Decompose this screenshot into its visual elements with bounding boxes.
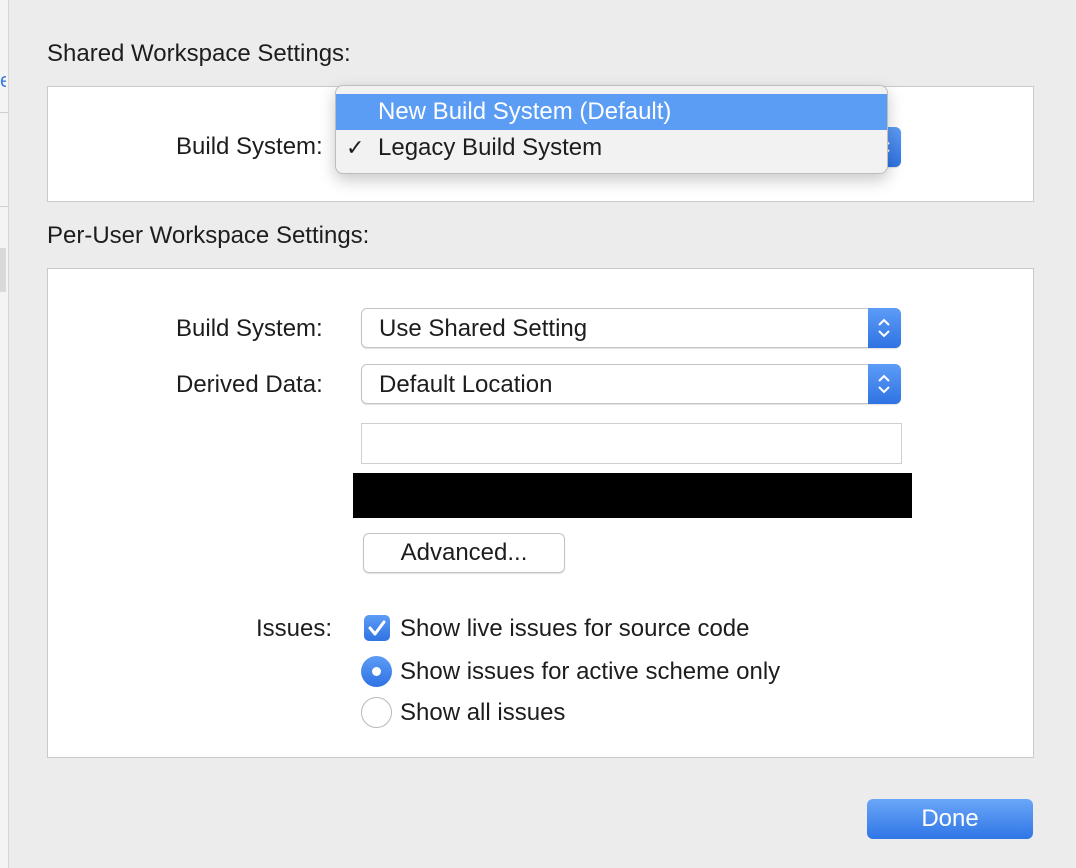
all-issues-label[interactable]: Show all issues [400, 699, 565, 727]
build-system-menu: New Build System (Default) ✓ Legacy Buil… [335, 85, 888, 174]
menu-item-label: New Build System (Default) [378, 98, 672, 125]
per-user-build-system-popup[interactable]: Use Shared Setting [361, 308, 901, 348]
advanced-button[interactable]: Advanced... [363, 533, 565, 573]
derived-data-value: Default Location [379, 371, 553, 398]
menu-item-new-build-system[interactable]: New Build System (Default) [336, 94, 887, 130]
per-user-build-system-value: Use Shared Setting [379, 315, 588, 342]
live-issues-label[interactable]: Show live issues for source code [400, 615, 750, 643]
derived-data-path-field[interactable] [361, 423, 902, 464]
active-scheme-label[interactable]: Show issues for active scheme only [400, 658, 780, 686]
checkmark-icon [368, 620, 386, 636]
shared-settings-title: Shared Workspace Settings: [47, 40, 351, 67]
background-window-block [0, 248, 6, 292]
popup-stepper-icon [868, 308, 901, 348]
radio-dot-icon [372, 667, 381, 676]
per-user-settings-title: Per-User Workspace Settings: [47, 222, 370, 249]
shared-build-system-label: Build System: [176, 133, 323, 160]
per-user-build-system-label: Build System: [176, 315, 323, 342]
done-button[interactable]: Done [867, 799, 1033, 839]
background-window-glyph: e [0, 70, 6, 92]
all-issues-radio[interactable] [361, 697, 392, 728]
redacted-path [353, 473, 912, 518]
checkmark-icon: ✓ [346, 135, 365, 160]
background-window-divider [0, 206, 8, 207]
popup-stepper-icon [868, 364, 901, 404]
active-scheme-radio[interactable] [361, 656, 392, 687]
live-issues-checkbox[interactable] [364, 615, 390, 641]
issues-label: Issues: [256, 615, 333, 642]
background-window-edge: e [0, 0, 9, 868]
menu-item-label: Legacy Build System [378, 134, 603, 161]
background-window-divider [0, 112, 8, 113]
derived-data-popup[interactable]: Default Location [361, 364, 901, 404]
menu-item-legacy-build-system[interactable]: ✓ Legacy Build System [336, 130, 887, 166]
derived-data-label: Derived Data: [176, 371, 323, 398]
